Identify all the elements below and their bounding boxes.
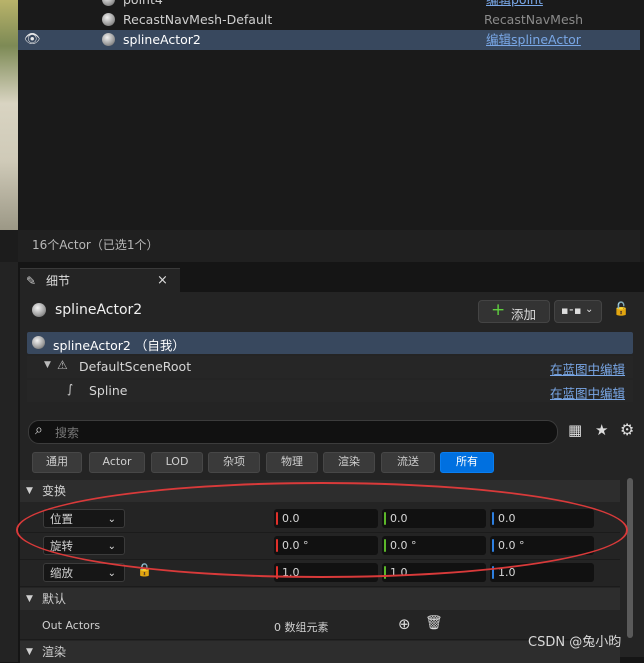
actor-icon (102, 0, 115, 6)
actor-name: splineActor2 (55, 302, 143, 318)
component-row-self[interactable]: splineActor2 （自我） (27, 332, 633, 354)
outliner-row[interactable]: RecastNavMesh-Default RecastNavMesh (18, 10, 640, 30)
filter-actor[interactable]: Actor (89, 452, 145, 473)
section-default[interactable]: ▼ 默认 (20, 588, 620, 610)
edit-in-blueprint-link[interactable]: 在蓝图中编辑 (550, 383, 625, 402)
section-title: 渲染 (42, 645, 67, 659)
search-box[interactable]: ⌕ 搜索 (28, 420, 558, 444)
outliner-panel: point4 编辑point RecastNavMesh-Default Rec… (18, 0, 644, 262)
spline-icon: ∫ (67, 382, 74, 396)
grid-view-icon[interactable]: ▦ (568, 421, 582, 439)
component-label: DefaultSceneRoot (79, 359, 192, 374)
collapse-arrow-icon: ▼ (26, 647, 33, 657)
actor-icon (32, 336, 45, 349)
outliner-row-edit-link[interactable]: 编辑splineActor (486, 30, 581, 50)
outliner-row-label: RecastNavMesh-Default (123, 12, 273, 27)
filter-all[interactable]: 所有 (440, 452, 494, 473)
close-icon[interactable]: × (157, 269, 168, 293)
filter-rendering[interactable]: 渲染 (323, 452, 375, 473)
edit-in-blueprint-link[interactable]: 在蓝图中编辑 (550, 359, 625, 378)
component-row[interactable]: ▼ ⚠ DefaultSceneRoot 在蓝图中编辑 (27, 356, 633, 378)
scrollbar[interactable] (627, 478, 633, 638)
collapse-arrow-icon[interactable]: ▼ (44, 360, 51, 370)
outliner-row[interactable]: point4 编辑point (18, 0, 640, 10)
hierarchy-icon: ▪⁃▪ (561, 304, 582, 317)
watermark: CSDN @兔小昀 (528, 635, 622, 650)
filter-misc[interactable]: 杂项 (208, 452, 260, 473)
details-tab-title: 细节 (46, 274, 71, 288)
trash-icon[interactable]: 🗑 (425, 615, 443, 631)
details-tab-icon: ✎ (26, 274, 37, 288)
scale-dropdown[interactable]: 缩放 ⌄ (43, 563, 125, 582)
blueprint-options-button[interactable]: ▪⁃▪ ⌄ (554, 300, 602, 323)
property-label: Out Actors (42, 619, 101, 632)
section-title: 变换 (42, 484, 67, 498)
outliner-row-label: point4 (123, 0, 163, 10)
add-button-label: 添加 (511, 307, 537, 322)
collapse-arrow-icon: ▼ (26, 594, 33, 604)
lock-icon[interactable]: 🔓 (613, 302, 629, 317)
actor-icon (102, 13, 115, 26)
search-icon: ⌕ (35, 422, 43, 438)
filter-lod[interactable]: LOD (151, 452, 203, 473)
component-label: Spline (89, 383, 128, 398)
viewport-lower-edge (0, 262, 18, 662)
chevron-down-icon: ⌄ (107, 568, 116, 579)
component-label: splineActor2 （自我） (53, 338, 185, 353)
scene-root-icon: ⚠ (57, 358, 68, 372)
highlight-ellipse (16, 482, 628, 578)
plus-icon: + (491, 300, 506, 320)
chevron-down-icon: ⌄ (585, 304, 594, 315)
visibility-eye-icon[interactable]: 👁 (24, 30, 41, 50)
actor-icon (102, 33, 115, 46)
add-element-icon[interactable]: ⊕ (398, 615, 411, 633)
tab-details[interactable]: ✎ 细节 × (20, 268, 180, 293)
outliner-row-type: RecastNavMesh (484, 12, 584, 27)
add-component-button[interactable]: + 添加 (478, 300, 550, 323)
outliner-row-label: splineActor2 (123, 32, 201, 47)
array-count: 0 数组元素 (274, 621, 329, 634)
property-label: 缩放 (50, 566, 73, 580)
outliner-row-edit-link[interactable]: 编辑point (486, 0, 543, 10)
filter-physics[interactable]: 物理 (266, 452, 318, 473)
outliner-actor-count: 16个Actor（已选1个） (18, 230, 640, 262)
outliner-row-selected[interactable]: 👁 splineActor2 编辑splineActor (18, 30, 640, 50)
filter-general[interactable]: 通用 (32, 452, 82, 473)
filter-streaming[interactable]: 流送 (381, 452, 435, 473)
gear-icon[interactable]: ⚙ (620, 420, 634, 439)
actor-icon (32, 303, 46, 317)
star-icon[interactable]: ★ (595, 421, 608, 439)
component-row[interactable]: ∫ Spline 在蓝图中编辑 (27, 380, 633, 402)
viewport-edge (0, 0, 18, 230)
section-title: 默认 (42, 592, 67, 606)
collapse-arrow-icon: ▼ (26, 486, 33, 496)
search-input[interactable]: 搜索 (55, 424, 79, 441)
